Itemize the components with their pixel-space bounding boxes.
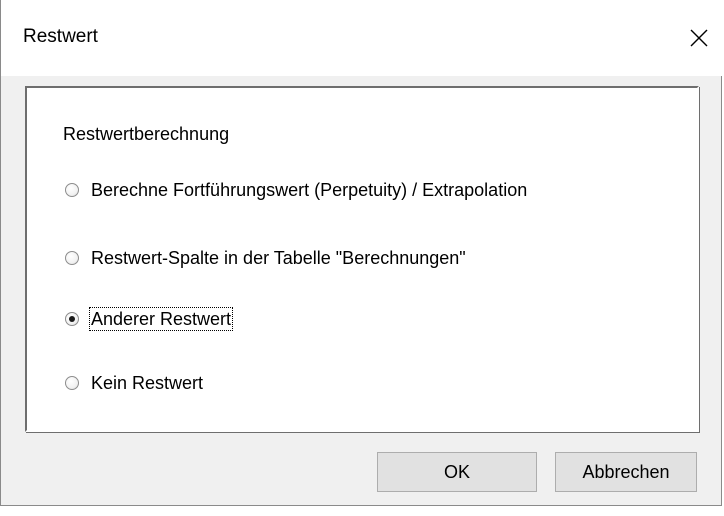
background-strip <box>0 506 724 516</box>
radio-button-icon[interactable] <box>65 376 79 390</box>
cancel-button[interactable]: Abbrechen <box>555 452 697 492</box>
dialog-title: Restwert <box>23 26 98 47</box>
close-button[interactable] <box>677 16 721 60</box>
group-label: Restwertberechnung <box>63 124 230 144</box>
radio-option-kein-restwert[interactable]: Kein Restwert <box>65 370 204 396</box>
radio-option-label: Restwert-Spalte in der Tabelle "Berechnu… <box>91 248 466 268</box>
radio-option-restwert-spalte[interactable]: Restwert-Spalte in der Tabelle "Berechnu… <box>65 245 467 271</box>
radio-option-anderer-restwert[interactable]: Anderer Restwert <box>65 306 234 332</box>
radio-button-icon[interactable] <box>65 183 79 197</box>
radio-option-label: Berechne Fortführungswert (Perpetuity) /… <box>91 180 528 200</box>
close-icon <box>690 29 708 47</box>
radio-option-label: Kein Restwert <box>91 373 204 393</box>
radio-option-label: Anderer Restwert <box>88 307 234 331</box>
title-bar: Restwert <box>1 0 723 76</box>
radio-button-checked-icon[interactable] <box>65 312 79 326</box>
radio-button-icon[interactable] <box>65 251 79 265</box>
ok-button[interactable]: OK <box>377 452 537 492</box>
radio-option-perpetuity[interactable]: Berechne Fortführungswert (Perpetuity) /… <box>65 177 528 203</box>
restwert-dialog: Restwert Restwertberechnung Berechne For… <box>0 0 723 506</box>
